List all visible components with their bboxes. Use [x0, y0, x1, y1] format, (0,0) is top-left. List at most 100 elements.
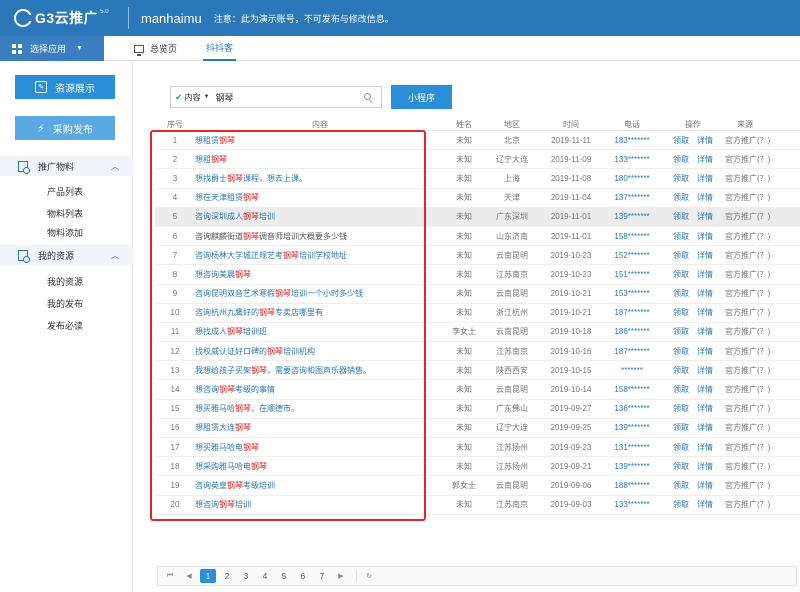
- table-row[interactable]: 17 想买雅马哈电 钢琴 未知 江苏扬州 2019-09-23 131******* 领取 详情…: [155, 438, 800, 458]
- claim-link[interactable]: 领取: [673, 480, 689, 491]
- claim-link[interactable]: 领取: [673, 422, 689, 433]
- claim-link[interactable]: 领取: [673, 231, 689, 242]
- claim-link[interactable]: 领取: [673, 365, 689, 376]
- detail-link[interactable]: 详情: [697, 480, 713, 491]
- row-content-link[interactable]: 想租赁大连 钢琴: [195, 419, 445, 437]
- detail-link[interactable]: 详情: [697, 250, 713, 261]
- app-select-dropdown[interactable]: 选择应用 ▼: [0, 36, 104, 61]
- table-row[interactable]: 20 想咨询 钢琴 培训 未知 江苏南京 2019-09-03 133******* 领取 详情官…: [155, 496, 800, 515]
- table-row[interactable]: 18 想采购雅马哈电 钢琴 未知 江苏扬州 2019-09-21 139******* 领取详…: [155, 457, 800, 477]
- sidebar-item-material-list[interactable]: 物料列表: [47, 207, 83, 220]
- row-content-link[interactable]: 我想给孩子买架 钢琴 ，需要咨询和图声乐器销售。: [195, 361, 445, 379]
- table-row[interactable]: 5 咨询深圳成人 钢琴 培训 未知 广东深圳 2019-11-01 139******* 领取详…: [155, 207, 800, 227]
- claim-link[interactable]: 领取: [673, 173, 689, 184]
- table-row[interactable]: 1 想租赁 钢琴 未知 北京 2019-11-11 183******* 领取 详情 官方推广(？…: [155, 131, 800, 151]
- detail-link[interactable]: 详情: [697, 461, 713, 472]
- page-1-button[interactable]: 1: [200, 569, 216, 583]
- table-row[interactable]: 13 我想给孩子买架 钢琴 ，需要咨询和图声乐器销售。 未知 陕西西安 2019-10-15…: [155, 361, 800, 381]
- claim-link[interactable]: 领取: [673, 442, 689, 453]
- table-row[interactable]: 4 想在天津租赁 钢琴 未知 天津 2019-11-04 137******* 领取 详情 官方推…: [155, 189, 800, 208]
- row-content-link[interactable]: 咨询英皇 钢琴 考级培训: [195, 476, 445, 494]
- claim-link[interactable]: 领取: [673, 403, 689, 414]
- detail-link[interactable]: 详情: [697, 442, 713, 453]
- tab-home[interactable]: 总览页: [134, 36, 177, 61]
- refresh-icon[interactable]: ↻: [361, 569, 377, 583]
- detail-link[interactable]: 详情: [697, 384, 713, 395]
- table-row[interactable]: 10 咨询杭州九鹰好的 钢琴 专卖店哪里有 未知 浙江杭州 2019-10-21 187***…: [155, 304, 800, 323]
- sidebar-section-promo[interactable]: 推广物料 ︿: [0, 156, 133, 176]
- detail-link[interactable]: 详情: [697, 422, 713, 433]
- sidebar-item-my-resources[interactable]: 我的资源: [47, 275, 83, 288]
- purchase-publish-button[interactable]: ⚡ 采购发布: [15, 116, 115, 140]
- table-row[interactable]: 3 想找爵士 钢琴 课程，想去上课。 未知 上海 2019-11-08 180******* 领…: [155, 169, 800, 189]
- table-row[interactable]: 19 咨询英皇 钢琴 考级培训 郭女士 云南昆明 2019-09-06 188******* 领…: [155, 476, 800, 496]
- table-row[interactable]: 9 咨询昆明双音艺术寒假 钢琴 培训一个小时多少钱 未知 云南昆明 2019-10-21 15…: [155, 285, 800, 304]
- claim-link[interactable]: 领取: [673, 384, 689, 395]
- sidebar-section-my-resources[interactable]: 我的资源 ︿: [0, 245, 133, 265]
- detail-link[interactable]: 详情: [697, 135, 713, 146]
- detail-link[interactable]: 详情: [697, 346, 713, 357]
- detail-link[interactable]: 详情: [697, 307, 713, 318]
- detail-link[interactable]: 详情: [697, 211, 713, 222]
- search-box[interactable]: ✔ 内容 ▼ 钢琴: [170, 86, 382, 108]
- table-row[interactable]: 8 想咨询美晨 钢琴 未知 江苏南京 2019-10-23 151******* 领取 详情 官方…: [155, 265, 800, 285]
- row-content-link[interactable]: 想咨询 钢琴 培训: [195, 496, 445, 514]
- table-row[interactable]: 16 想租赁大连 钢琴 未知 辽宁大连 2019-09-25 139******* 领取 详情官…: [155, 419, 800, 438]
- table-row[interactable]: 15 想买雅马哈 钢琴 ，在顺德市。 未知 广东佛山 2019-09-27 136******…: [155, 400, 800, 419]
- detail-link[interactable]: 详情: [697, 269, 713, 280]
- page-4-button[interactable]: 4: [257, 569, 273, 583]
- logo[interactable]: G3云推广 5.0: [0, 0, 128, 36]
- sidebar-item-material-add[interactable]: 物料添加: [47, 226, 83, 239]
- row-content-link[interactable]: 咨询深圳成人 钢琴 培训: [195, 208, 445, 226]
- row-content-link[interactable]: 想找成人 钢琴 培训班: [195, 323, 445, 341]
- sidebar-item-my-publish[interactable]: 我的发布: [47, 297, 83, 310]
- page-2-button[interactable]: 2: [219, 569, 235, 583]
- detail-link[interactable]: 详情: [697, 154, 713, 165]
- table-row[interactable]: 12 找权威认证好口碑的 钢琴 培训机构 未知 江苏南京 2019-10-16 187****…: [155, 342, 800, 362]
- claim-link[interactable]: 领取: [673, 211, 689, 222]
- claim-link[interactable]: 领取: [673, 461, 689, 472]
- detail-link[interactable]: 详情: [697, 499, 713, 510]
- detail-link[interactable]: 详情: [697, 326, 713, 337]
- tab-doudouke[interactable]: 抖抖客: [203, 36, 237, 61]
- claim-link[interactable]: 领取: [673, 307, 689, 318]
- sidebar-item-product-list[interactable]: 产品列表: [47, 185, 83, 198]
- first-page-icon[interactable]: ⏮: [162, 569, 178, 583]
- row-content-link[interactable]: 想租赁 钢琴: [195, 131, 445, 149]
- table-row[interactable]: 14 想咨询 钢琴 考级的事情 未知 云南昆明 2019-10-14 158******* 领取…: [155, 380, 800, 400]
- detail-link[interactable]: 详情: [697, 192, 713, 203]
- prev-page-icon[interactable]: ◀: [181, 569, 197, 583]
- row-content-link[interactable]: 咨询麒麟街道 钢琴 调音师培训大概要多少钱: [195, 227, 445, 245]
- mini-program-button[interactable]: 小程序: [391, 85, 452, 109]
- row-content-link[interactable]: 想采购雅马哈电 钢琴: [195, 457, 445, 475]
- row-content-link[interactable]: 想咨询美晨 钢琴: [195, 265, 445, 283]
- page-3-button[interactable]: 3: [238, 569, 254, 583]
- row-content-link[interactable]: 想找爵士 钢琴 课程，想去上课。: [195, 169, 445, 187]
- sidebar-item-publish-guide[interactable]: 发布必读: [47, 319, 83, 332]
- row-content-link[interactable]: 想租 钢琴: [195, 150, 445, 168]
- page-6-button[interactable]: 6: [295, 569, 311, 583]
- detail-link[interactable]: 详情: [697, 288, 713, 299]
- claim-link[interactable]: 领取: [673, 135, 689, 146]
- search-type-select[interactable]: 内容: [185, 92, 201, 103]
- row-content-link[interactable]: 想咨询 钢琴 考级的事情: [195, 380, 445, 398]
- page-7-button[interactable]: 7: [314, 569, 330, 583]
- table-row[interactable]: 2 想租 钢琴 未知 辽宁大连 2019-11-09 133******* 领取 详情 官方推广(…: [155, 150, 800, 170]
- row-content-link[interactable]: 咨询杨林大学城正规艺考 钢琴 培训学校地址: [195, 246, 445, 264]
- detail-link[interactable]: 详情: [697, 173, 713, 184]
- table-row[interactable]: 7 咨询杨林大学城正规艺考 钢琴 培训学校地址 未知 云南昆明 2019-10-23 152*…: [155, 246, 800, 266]
- row-content-link[interactable]: 咨询杭州九鹰好的 钢琴 专卖店哪里有: [195, 304, 445, 322]
- claim-link[interactable]: 领取: [673, 192, 689, 203]
- claim-link[interactable]: 领取: [673, 326, 689, 337]
- detail-link[interactable]: 详情: [697, 403, 713, 414]
- claim-link[interactable]: 领取: [673, 154, 689, 165]
- row-content-link[interactable]: 想在天津租赁 钢琴: [195, 189, 445, 207]
- page-5-button[interactable]: 5: [276, 569, 292, 583]
- detail-link[interactable]: 详情: [697, 231, 713, 242]
- claim-link[interactable]: 领取: [673, 269, 689, 280]
- claim-link[interactable]: 领取: [673, 250, 689, 261]
- search-input[interactable]: 钢琴: [216, 91, 234, 104]
- resource-display-button[interactable]: ✎ 资源展示: [15, 75, 115, 99]
- table-row[interactable]: 6 咨询麒麟街道 钢琴 调音师培训大概要多少钱 未知 山东济南 2019-11-01 158*…: [155, 227, 800, 247]
- detail-link[interactable]: 详情: [697, 365, 713, 376]
